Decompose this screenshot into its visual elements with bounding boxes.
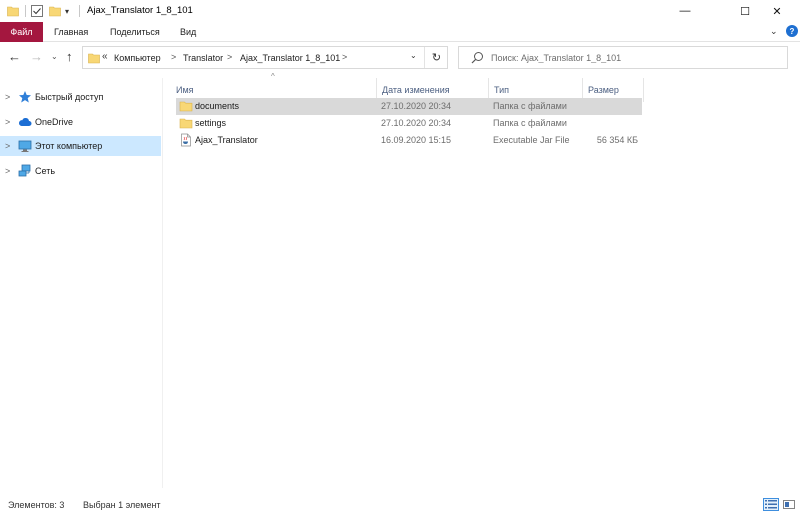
minimize-button[interactable]: — [662, 0, 708, 22]
close-button[interactable]: ✕ [754, 0, 800, 22]
file-name: Ajax_Translator [195, 135, 258, 145]
file-date: 27.10.2020 20:34 [381, 118, 452, 128]
status-bar: Элементов: 3 Выбран 1 элемент [0, 496, 800, 514]
star-icon [18, 90, 32, 104]
sidebar-item-network[interactable]: > Сеть [0, 161, 161, 181]
details-view-icon [765, 500, 777, 509]
search-input[interactable] [491, 49, 781, 66]
breadcrumb-overflow-icon[interactable]: « [102, 51, 108, 62]
customize-caret-icon[interactable]: ▾ [65, 4, 69, 18]
navigation-pane: > Быстрый доступ > OneDrive > Этот компь… [0, 78, 163, 488]
file-size: 56 354 КБ [596, 135, 638, 145]
maximize-icon: ☐ [740, 5, 750, 18]
recent-locations-icon[interactable]: ⌄ [51, 52, 58, 61]
file-type: Папка с файлами [493, 101, 567, 111]
file-list: ^ Имя Дата изменения Тип Размер document… [170, 72, 800, 488]
sidebar-item-onedrive[interactable]: > OneDrive [0, 112, 161, 132]
file-name: settings [195, 118, 227, 128]
divider [79, 5, 80, 17]
sidebar-item-this-pc[interactable]: > Этот компьютер [0, 136, 161, 156]
tab-home[interactable]: Главная [54, 22, 88, 42]
file-row-documents[interactable]: documents 27.10.2020 20:34 Папка с файла… [176, 98, 642, 115]
divider [25, 5, 26, 17]
breadcrumb-ajax-translator[interactable]: Ajax_Translator 1_8_101 [240, 53, 340, 63]
window-title: Ajax_Translator 1_8_101 [87, 5, 193, 16]
folder-icon [179, 99, 193, 113]
search-icon [471, 51, 484, 66]
folder-icon [88, 52, 100, 66]
forward-arrow-icon[interactable]: → [30, 50, 43, 64]
back-arrow-icon[interactable]: ← [8, 50, 21, 64]
up-arrow-icon[interactable]: ↑ [66, 50, 73, 64]
folder-icon [179, 116, 193, 130]
address-bar[interactable]: « Компьютер > Translator > Ajax_Translat… [82, 46, 448, 69]
expand-chevron-icon[interactable]: > [5, 166, 10, 176]
address-dropdown-icon[interactable]: ⌄ [410, 51, 417, 60]
file-type: Папка с файлами [493, 118, 567, 128]
sidebar-item-label: OneDrive [35, 117, 74, 127]
network-icon [18, 164, 32, 178]
tab-view[interactable]: Вид [180, 22, 196, 42]
item-count: Элементов: 3 [8, 500, 65, 510]
large-icons-view-button[interactable] [781, 498, 797, 511]
expand-chevron-icon[interactable]: > [5, 117, 10, 127]
navigation-bar: ← → ⌄ ↑ « Компьютер > Translator > Ajax_… [0, 44, 800, 72]
sidebar-item-label: Быстрый доступ [35, 92, 104, 102]
sidebar-item-quick-access[interactable]: > Быстрый доступ [0, 87, 161, 107]
cloud-icon [18, 115, 32, 129]
file-type: Executable Jar File [493, 135, 570, 145]
ribbon-tabs: Файл Главная Поделиться Вид ⌄ ? [0, 22, 800, 42]
checkbox-properties-icon[interactable] [31, 4, 43, 18]
minimize-icon: — [679, 5, 691, 17]
selection-status: Выбран 1 элемент [83, 500, 161, 510]
breadcrumb-separator[interactable]: > [227, 52, 232, 62]
file-row-ajax-translator[interactable]: Ajax_Translator 16.09.2020 15:15 Executa… [176, 132, 642, 149]
refresh-button[interactable]: ↻ [424, 47, 448, 68]
help-icon[interactable]: ? [786, 25, 798, 37]
search-box[interactable] [458, 46, 788, 69]
file-date: 16.09.2020 15:15 [381, 135, 452, 145]
refresh-icon: ↻ [431, 52, 442, 64]
expand-chevron-icon[interactable]: > [5, 141, 10, 151]
file-date: 27.10.2020 20:34 [381, 101, 452, 111]
sidebar-item-label: Сеть [35, 166, 56, 176]
file-row-settings[interactable]: settings 27.10.2020 20:34 Папка с файлам… [176, 115, 642, 132]
sidebar-item-label: Этот компьютер [35, 141, 103, 151]
breadcrumb-separator[interactable]: > [171, 52, 176, 62]
close-icon: ✕ [772, 5, 782, 18]
jar-file-icon [179, 133, 193, 147]
file-name: documents [195, 101, 240, 111]
breadcrumb-computer[interactable]: Компьютер [114, 53, 161, 63]
new-folder-icon[interactable] [49, 4, 61, 18]
tab-share[interactable]: Поделиться [110, 22, 160, 42]
title-bar: ▾ Ajax_Translator 1_8_101 — ☐ ✕ [0, 0, 800, 22]
tab-file[interactable]: Файл [0, 22, 43, 42]
expand-ribbon-icon[interactable]: ⌄ [770, 26, 778, 37]
large-icons-view-icon [783, 500, 795, 509]
expand-chevron-icon[interactable]: > [5, 92, 10, 102]
breadcrumb-translator[interactable]: Translator [183, 53, 223, 63]
computer-icon [18, 139, 32, 153]
breadcrumb-separator[interactable]: > [342, 52, 347, 62]
folder-icon[interactable] [7, 4, 19, 18]
details-view-button[interactable] [763, 498, 779, 511]
